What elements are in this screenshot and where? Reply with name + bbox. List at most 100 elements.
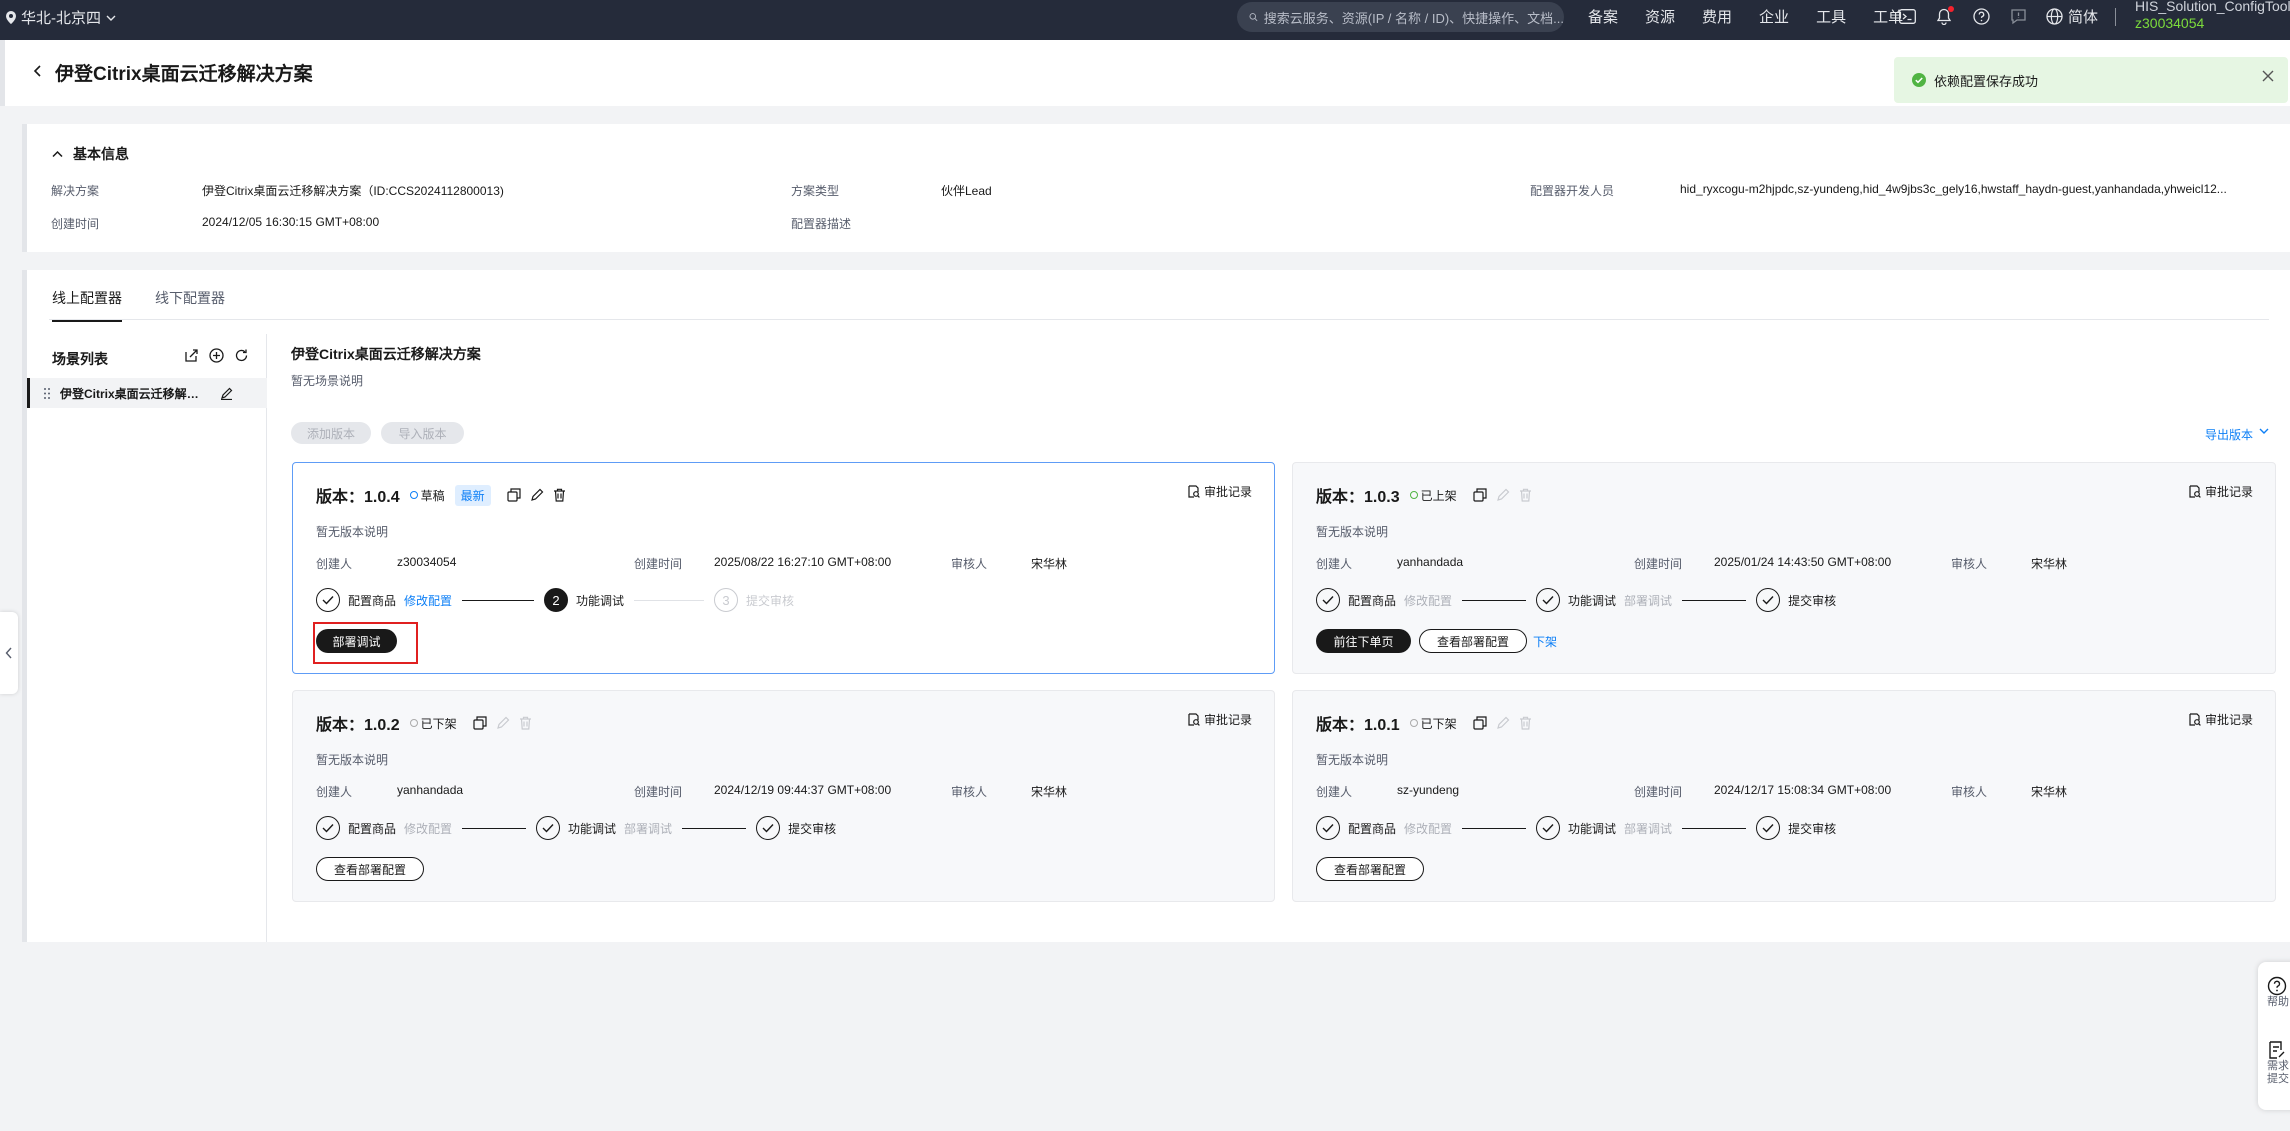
bell-icon[interactable] [1934, 6, 1954, 26]
feedback-icon[interactable] [2008, 6, 2028, 26]
modify-config-link: 修改配置 [1404, 593, 1453, 608]
step-label: 功能调试 [1568, 821, 1617, 836]
step-label: 配置商品 [348, 821, 397, 836]
app-name: HIS_Solution_ConfigTool [2135, 0, 2290, 14]
reviewer-label: 审核人 [1951, 557, 1988, 571]
created-at-label: 创建时间 [634, 785, 683, 799]
scene-list-item[interactable]: 伊登Citrix桌面云迁移解决方案 [27, 378, 267, 408]
view-deploy-config-button[interactable]: 查看部署配置 [1316, 857, 1424, 881]
audit-label: 审批记录 [2204, 485, 2253, 499]
request-button[interactable]: 需求提交 [2267, 1040, 2290, 1086]
view-deploy-config-button[interactable]: 查看部署配置 [1419, 629, 1527, 653]
version-description: 暂无版本说明 [1316, 525, 1389, 539]
configurator-card: 线上配置器 线下配置器 场景列表 伊登Citrix桌面云迁移解决方案 伊登Cit… [22, 270, 2290, 942]
audit-record-link[interactable]: 审批记录 [1187, 483, 1252, 500]
nav-beian[interactable]: 备案 [1588, 6, 1618, 27]
version-card[interactable]: 版本：1.0.1 已下架 审批记录 暂无版本说明 创建人 sz-yundeng … [1292, 690, 2276, 902]
step-number: 2 [544, 588, 569, 612]
nav-enterprise[interactable]: 企业 [1759, 6, 1789, 27]
audit-icon [1188, 485, 1200, 498]
nav-billing[interactable]: 费用 [1702, 6, 1732, 27]
step-label: 配置商品 [348, 593, 397, 608]
import-scene-icon[interactable] [184, 348, 199, 363]
modify-config-link[interactable]: 修改配置 [404, 592, 452, 609]
audit-label: 审批记录 [2204, 713, 2253, 727]
terminal-icon[interactable] [1897, 6, 1917, 26]
refresh-icon[interactable] [234, 348, 249, 363]
delete-icon [1519, 716, 1532, 730]
audit-record-link[interactable]: 审批记录 [1187, 711, 1252, 728]
status-label: 已上架 [1420, 488, 1457, 503]
version-title: 版本：1.0.1 [1316, 717, 1400, 734]
reviewer-label: 审核人 [951, 785, 988, 799]
sidebar-toggle[interactable] [0, 612, 18, 694]
status-label: 已下架 [420, 716, 457, 731]
global-search[interactable]: 搜索云服务、资源(IP / 名称 / ID)、快捷操作、文档... [1237, 2, 1564, 32]
region-selector[interactable]: 华北-北京四 [6, 0, 116, 35]
add-version-button[interactable]: 添加版本 [291, 422, 371, 444]
edit-icon[interactable] [530, 488, 544, 502]
tab-divider [49, 319, 2269, 320]
import-version-button[interactable]: 导入版本 [381, 422, 464, 444]
step-connector [1462, 599, 1527, 601]
creator-label: 创建人 [316, 785, 353, 799]
version-title: 版本：1.0.4 [316, 489, 400, 506]
back-icon[interactable] [33, 64, 43, 78]
copy-icon[interactable] [1473, 716, 1487, 730]
step-label: 功能调试 [568, 821, 617, 836]
step-number: 3 [714, 588, 739, 612]
help-button[interactable]: 帮助 [2267, 976, 2289, 1009]
modify-config-link: 修改配置 [404, 821, 453, 836]
drag-handle-icon[interactable] [44, 387, 50, 399]
copy-icon[interactable] [1473, 488, 1487, 502]
status-dot [1409, 491, 1418, 499]
check-icon [536, 816, 561, 840]
progress-steps: 配置商品 修改配置 2 功能调试 3 提交审核 [316, 588, 794, 612]
audit-icon [1188, 713, 1200, 726]
step-label: 提交审核 [788, 821, 837, 836]
version-header: 版本：1.0.4 草稿 最新 [316, 483, 566, 507]
success-toast: 依赖配置保存成功 [1894, 57, 2288, 103]
version-card[interactable]: 版本：1.0.2 已下架 审批记录 暂无版本说明 创建人 yanhandada … [292, 690, 1275, 902]
version-card[interactable]: 版本：1.0.4 草稿 最新 审批记录 暂无版本说明 创建人 z30034054… [292, 462, 1275, 674]
nav-tools[interactable]: 工具 [1816, 6, 1846, 27]
version-description: 暂无版本说明 [316, 525, 389, 539]
export-version-button[interactable]: 导出版本 [2205, 426, 2269, 443]
audit-icon [2189, 713, 2201, 726]
goto-order-button[interactable]: 前往下单页 [1316, 629, 1411, 653]
deploy-debug-link: 部署调试 [624, 821, 673, 836]
progress-steps: 配置商品 修改配置 功能调试 部署调试 提交审核 [316, 816, 836, 840]
chevron-down-icon [106, 15, 116, 21]
version-card[interactable]: 版本：1.0.3 已上架 审批记录 暂无版本说明 创建人 yanhandada … [1292, 462, 2276, 674]
edit-icon[interactable] [220, 387, 233, 400]
audit-record-link[interactable]: 审批记录 [2188, 711, 2253, 728]
audit-record-link[interactable]: 审批记录 [2188, 483, 2253, 500]
tab-offline[interactable]: 线下配置器 [155, 288, 225, 320]
status-label: 草稿 [420, 488, 445, 503]
language-switch[interactable]: 简体 [2046, 0, 2098, 32]
created-at-value: 2025/08/22 16:27:10 GMT+08:00 [714, 555, 892, 569]
top-bar: 华北-北京四 搜索云服务、资源(IP / 名称 / ID)、快捷操作、文档...… [0, 0, 2290, 40]
version-description: 暂无版本说明 [1316, 753, 1389, 767]
version-actions [1473, 716, 1532, 730]
check-icon [1756, 816, 1781, 840]
help-label: 帮助 [2267, 996, 2289, 1008]
unpublish-link[interactable]: 下架 [1533, 629, 1557, 653]
copy-icon[interactable] [507, 488, 521, 502]
add-scene-icon[interactable] [209, 348, 224, 363]
nav-resources[interactable]: 资源 [1645, 6, 1675, 27]
user-account[interactable]: HIS_Solution_ConfigTool z30034054 [2135, 0, 2290, 32]
copy-icon[interactable] [473, 716, 487, 730]
close-icon[interactable] [2262, 70, 2274, 82]
delete-icon[interactable] [553, 488, 566, 502]
step-label: 提交审核 [746, 593, 795, 608]
status-badge: 已上架 [1409, 487, 1457, 504]
tab-online[interactable]: 线上配置器 [52, 288, 122, 322]
help-icon[interactable] [1971, 6, 1991, 26]
basic-info-card: 基本信息 解决方案 伊登Citrix桌面云迁移解决方案（ID:CCS202411… [22, 124, 2290, 252]
view-deploy-config-button[interactable]: 查看部署配置 [316, 857, 424, 881]
created-at-value: 2024/12/19 09:44:37 GMT+08:00 [714, 783, 892, 797]
creator-value: yanhandada [1397, 555, 1464, 569]
basic-info-header[interactable]: 基本信息 [52, 144, 129, 164]
field-key: 创建时间 [51, 217, 100, 231]
